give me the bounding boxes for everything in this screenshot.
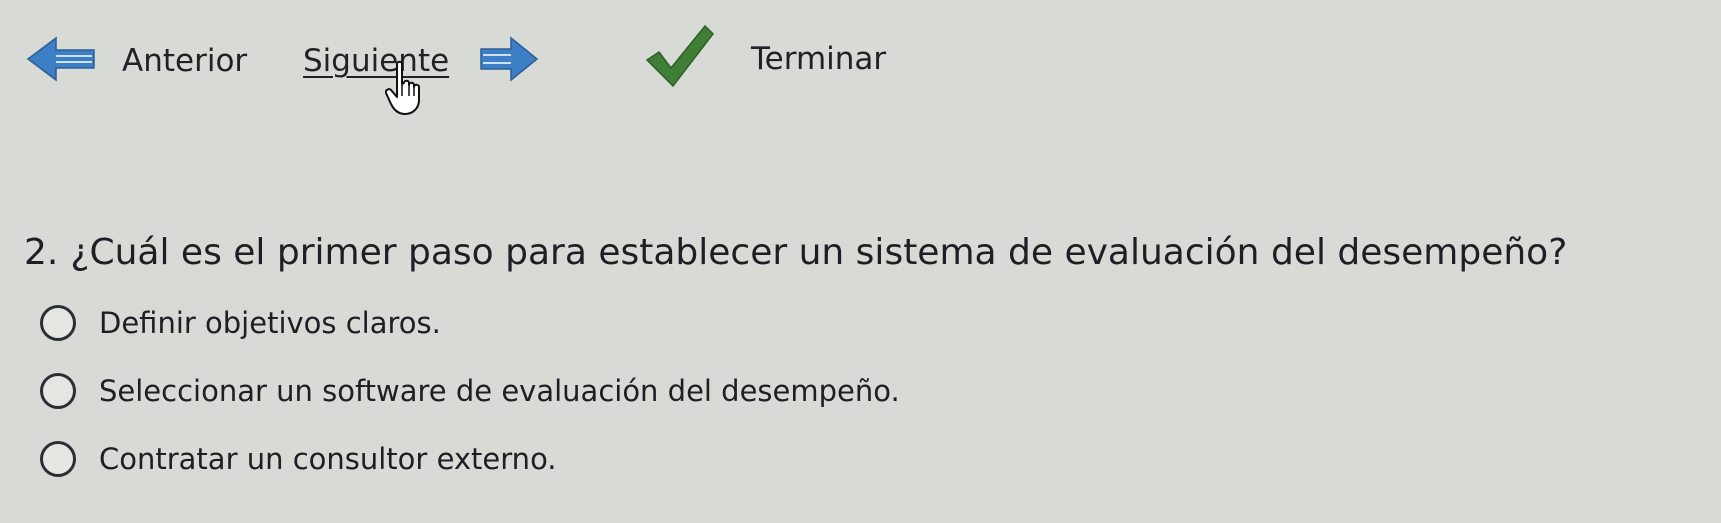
previous-label: Anterior	[122, 43, 248, 79]
navigation-toolbar: Anterior Siguiente Terminar	[0, 0, 1000, 130]
option-1-label: Definir objetivos claros.	[99, 306, 441, 340]
option-1[interactable]: Definir objetivos claros.	[40, 305, 441, 341]
question-number: 2.	[24, 232, 59, 273]
arrow-right-icon	[479, 34, 539, 88]
question-text: 2. ¿Cuál es el primer paso para establece…	[24, 232, 1704, 273]
radio-button-2[interactable]	[40, 373, 76, 409]
option-3-label: Contratar un consultor externo.	[99, 442, 557, 476]
radio-button-3[interactable]	[40, 441, 76, 477]
question-prompt: ¿Cuál es el primer paso para establecer …	[70, 232, 1568, 273]
finish-button[interactable]: Terminar	[645, 24, 886, 94]
next-label: Siguiente	[303, 43, 450, 79]
previous-button[interactable]: Anterior	[26, 36, 247, 86]
arrow-left-icon	[26, 34, 96, 88]
option-2-label: Seleccionar un software de evaluación de…	[99, 374, 900, 408]
finish-label: Terminar	[751, 41, 887, 77]
hand-pointer-icon	[384, 60, 425, 120]
checkmark-icon	[645, 22, 715, 96]
option-3[interactable]: Contratar un consultor externo.	[40, 441, 557, 477]
radio-button-1[interactable]	[40, 305, 76, 341]
option-2[interactable]: Seleccionar un software de evaluación de…	[40, 373, 900, 409]
